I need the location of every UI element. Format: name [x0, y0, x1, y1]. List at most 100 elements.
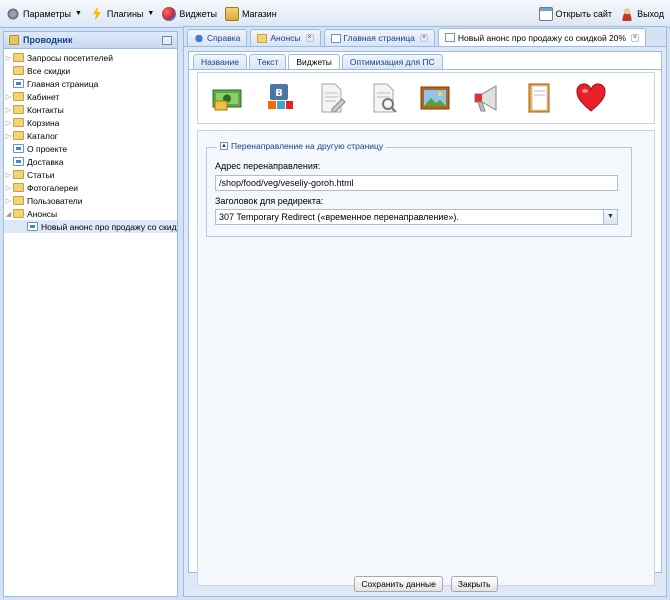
folder-icon [13, 92, 24, 101]
redirect-address-input[interactable]: /shop/food/veg/veseliy-goroh.html [215, 175, 618, 191]
chevron-down-icon: ▼ [147, 10, 155, 17]
explorer-title: Проводник [23, 35, 73, 45]
megaphone-icon[interactable] [470, 81, 504, 115]
collapsed-arrow-icon[interactable]: ▷ [4, 184, 13, 192]
folder-icon [13, 196, 24, 205]
redirect-legend[interactable]: ▲ Перенаправление на другую страницу [217, 141, 387, 151]
folder-icon [13, 131, 24, 140]
book-icon[interactable] [522, 81, 556, 115]
editor-tabs: Справка Анонсы × Главная страница × Новый ано… [184, 27, 666, 47]
document-subtabs: Название Текст Виджеты Оптимизация для ПС [189, 52, 661, 70]
tree-node-label: Статьи [27, 169, 55, 180]
plugins-label: Плагины [106, 8, 144, 19]
folder-icon [13, 170, 24, 179]
subtab[interactable]: Виджеты [288, 54, 340, 69]
document-editor: Название Текст Виджеты Оптимизация для ПС B [188, 51, 662, 586]
collapsed-arrow-icon[interactable]: ▷ [4, 54, 13, 62]
shop-button[interactable]: Магазин [224, 4, 277, 24]
open-site-button[interactable]: Открыть сайт [538, 4, 612, 24]
close-button[interactable]: Закрыть [450, 576, 498, 592]
tree-node[interactable]: ▷ Контакты [4, 103, 177, 116]
tree-node[interactable]: Доставка [4, 155, 177, 168]
close-icon[interactable]: × [419, 34, 428, 42]
close-icon[interactable]: × [631, 33, 640, 42]
chevron-down-icon: ▼ [74, 10, 82, 17]
collapse-icon[interactable]: ▲ [220, 142, 228, 150]
tree-node-label: Анонсы [27, 208, 58, 219]
top-toolbar: Параметры ▼ Плагины ▼ Виджеты Магазин Откр… [0, 0, 670, 28]
save-button[interactable]: Сохранить данные [354, 576, 443, 592]
collapsed-arrow-icon[interactable]: ▷ [4, 106, 13, 114]
editor-tab-label: Главная страница [343, 33, 415, 43]
collapsed-arrow-icon[interactable]: ▷ [4, 132, 13, 140]
chevron-down-icon[interactable]: ▼ [603, 210, 617, 224]
header-label: Заголовок для редиректа: [215, 196, 324, 206]
redirect-header-select[interactable]: 307 Temporary Redirect («временное перен… [215, 209, 618, 225]
tree-node[interactable]: Главная страница [4, 77, 177, 90]
editor-tab[interactable]: Справка [187, 29, 248, 46]
tree-node[interactable]: ▷ Фотогалереи [4, 181, 177, 194]
tree-node[interactable]: Новый анонс про продажу со скидк... [4, 220, 177, 233]
page-icon [13, 157, 24, 166]
form-footer: Сохранить данные Закрыть [184, 572, 668, 596]
tree-node[interactable]: О проекте [4, 142, 177, 155]
address-label: Адрес перенаправления: [215, 161, 321, 171]
page-icon [13, 144, 24, 153]
tree-node[interactable]: ▷ Каталог [4, 129, 177, 142]
heart-icon[interactable] [574, 81, 608, 115]
subtab[interactable]: Название [193, 54, 247, 69]
tree-node-label: Доставка [27, 156, 64, 167]
editor-panel: Справка Анонсы × Главная страница × Новый ано… [183, 26, 667, 597]
editor-tab[interactable]: Главная страница × [323, 29, 435, 46]
folder-icon [13, 118, 24, 127]
svg-text:B: B [275, 88, 283, 99]
folder-icon [9, 35, 19, 45]
document-edit-icon[interactable] [314, 81, 348, 115]
tree-node-label: Новый анонс про продажу со скидк... [41, 221, 177, 232]
collapsed-arrow-icon[interactable]: ▷ [4, 93, 13, 101]
close-icon[interactable]: × [305, 34, 314, 42]
params-label: Параметры [23, 8, 71, 19]
explorer-panel: Проводник ▷ Запросы посетителей Все скидки… [3, 31, 178, 597]
folder-icon [13, 105, 24, 114]
collapsed-arrow-icon[interactable]: ▷ [4, 171, 13, 179]
tree-node[interactable]: ▷ Кабинет [4, 90, 177, 103]
subtab[interactable]: Текст [248, 54, 287, 69]
tree-node-label: Все скидки [27, 65, 71, 76]
params-menu[interactable]: Параметры ▼ [6, 4, 82, 24]
widgets-icon [162, 6, 177, 21]
logout-label: Выход [637, 8, 664, 19]
tree-node-label: Главная страница [27, 78, 99, 89]
widgets-strip: B [197, 72, 655, 124]
money-icon[interactable] [210, 81, 244, 115]
document-search-icon[interactable] [366, 81, 400, 115]
tree-node[interactable]: ▷ Статьи [4, 168, 177, 181]
subtab[interactable]: Оптимизация для ПС [341, 54, 443, 69]
logout-button[interactable]: Выход [620, 4, 664, 24]
explorer-header: Проводник [4, 32, 177, 49]
lightning-icon [92, 6, 102, 21]
picture-icon[interactable] [418, 81, 452, 115]
editor-tab[interactable]: Новый анонс про продажу со скидкой 20% × [437, 28, 647, 46]
redirect-legend-text: Перенаправление на другую страницу [231, 141, 384, 151]
tree-node-label: Пользователи [27, 195, 83, 206]
tree-node[interactable]: ▷ Запросы посетителей [4, 51, 177, 64]
widgets-button[interactable]: Виджеты [162, 4, 217, 24]
browser-window-icon [538, 6, 553, 21]
explorer-tree: ▷ Запросы посетителей Все скидки Главная ст… [4, 49, 177, 233]
social-icon[interactable]: B [262, 81, 296, 115]
collapsed-arrow-icon[interactable]: ▷ [4, 197, 13, 205]
collapse-panel-icon[interactable] [162, 35, 172, 45]
plugins-menu[interactable]: Плагины ▼ [90, 4, 154, 24]
tree-node[interactable]: Все скидки [4, 64, 177, 77]
tree-node[interactable]: ◢ Анонсы [4, 207, 177, 220]
editor-tab[interactable]: Анонсы × [250, 29, 321, 46]
gear-icon [6, 6, 20, 21]
tree-node-label: Контакты [27, 104, 64, 115]
collapsed-arrow-icon[interactable]: ▷ [4, 119, 13, 127]
expanded-arrow-icon[interactable]: ◢ [4, 210, 13, 218]
tree-node[interactable]: ▷ Пользователи [4, 194, 177, 207]
folder-icon [13, 209, 24, 218]
tree-node[interactable]: ▷ Корзина [4, 116, 177, 129]
tree-node-label: Корзина [27, 117, 60, 128]
